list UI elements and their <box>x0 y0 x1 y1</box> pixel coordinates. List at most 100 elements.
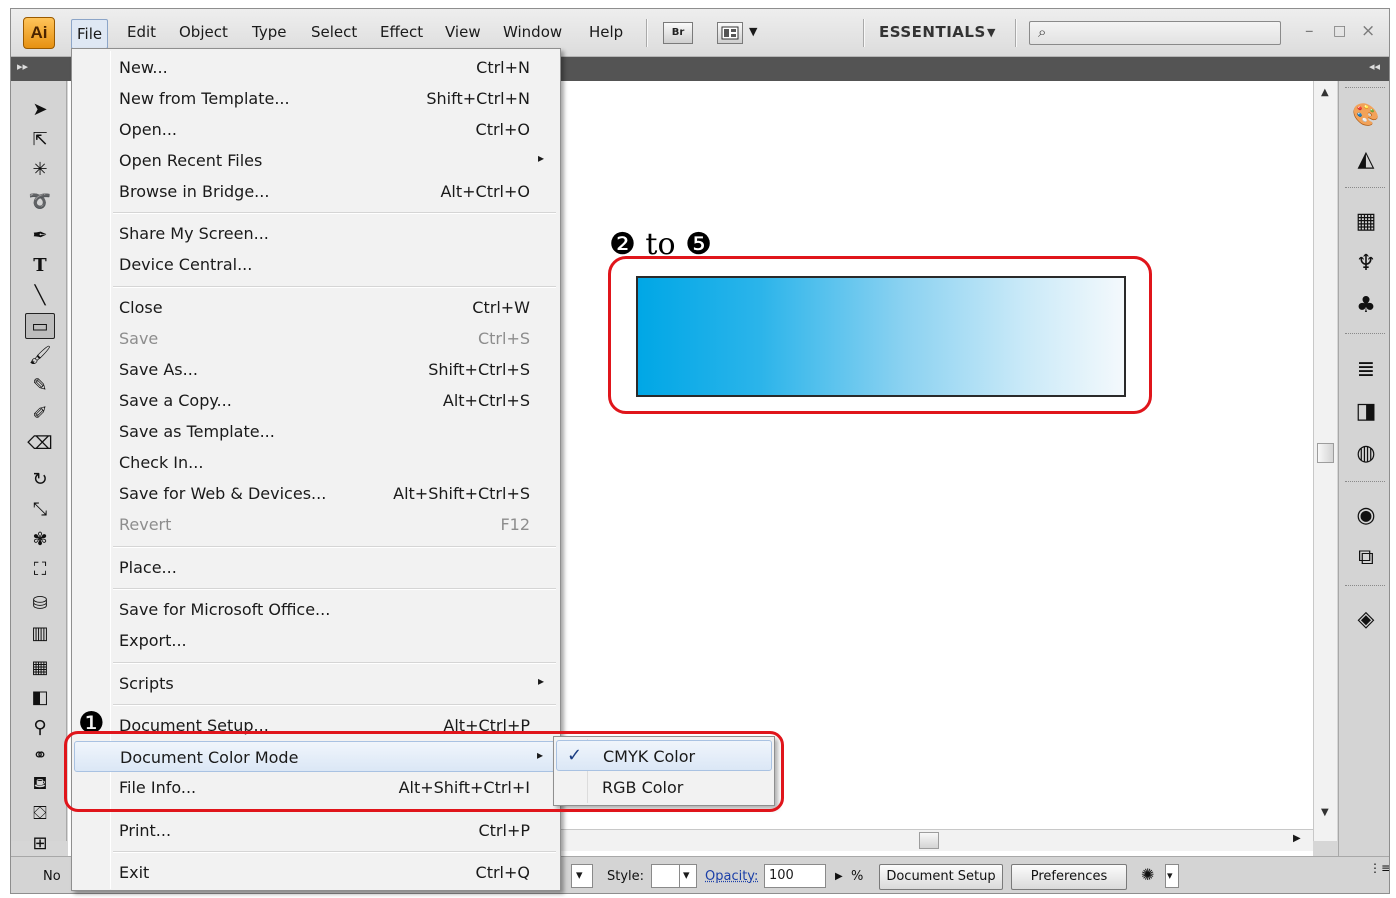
menu-item-new-from-template[interactable]: New from Template... Shift+Ctrl+N <box>74 83 558 114</box>
rotate-tool-icon[interactable]: ↻ <box>25 467 55 493</box>
menu-item-save-a-copy[interactable]: Save a Copy... Alt+Ctrl+S <box>74 385 558 416</box>
bridge-icon[interactable]: Br <box>663 22 693 44</box>
expand-toolbar-icon[interactable]: ▸▸ <box>17 60 28 73</box>
menu-item-save-for-microsoft-office[interactable]: Save for Microsoft Office... <box>74 594 558 625</box>
menu-item-place[interactable]: Place... <box>74 552 558 583</box>
scroll-up-icon[interactable]: ▲ <box>1321 87 1329 98</box>
preferences-button[interactable]: Preferences <box>1011 864 1127 890</box>
menu-item-share-my-screen[interactable]: Share My Screen... <box>74 218 558 249</box>
layers-panel-icon[interactable]: ◈ <box>1351 605 1381 635</box>
style-dropdown-icon[interactable]: ▾ <box>679 864 697 888</box>
column-graph-tool-icon[interactable]: ▥ <box>25 621 55 647</box>
menu-window[interactable]: Window <box>499 23 566 41</box>
arrange-dropdown-icon[interactable]: ▼ <box>749 25 757 38</box>
symbol-sprayer-tool-icon[interactable]: ⛁ <box>25 591 55 617</box>
pencil-tool-icon[interactable]: ✎ <box>25 373 55 399</box>
arrange-documents-icon[interactable] <box>717 22 743 44</box>
live-paint-selection-tool-icon[interactable]: ⛋ <box>25 801 55 827</box>
graphic-styles-panel-icon[interactable]: ⧉ <box>1351 543 1381 573</box>
maximize-icon[interactable]: □ <box>1333 23 1346 39</box>
scroll-right-icon[interactable]: ▶ <box>1293 833 1301 844</box>
horizontal-scroll-thumb[interactable] <box>919 832 939 849</box>
free-transform-tool-icon[interactable]: ⛶ <box>25 557 55 583</box>
menu-separator <box>113 588 556 590</box>
menu-select[interactable]: Select <box>307 23 361 41</box>
gradient-panel-icon[interactable]: ◨ <box>1351 397 1381 427</box>
magic-wand-tool-icon[interactable]: ✳ <box>25 157 55 183</box>
blob-brush-tool-icon[interactable]: ✐ <box>25 401 55 427</box>
horizontal-scrollbar[interactable]: ▶ <box>559 829 1313 851</box>
opacity-slider-icon[interactable]: ▶ <box>835 871 843 882</box>
direct-selection-tool-icon[interactable]: ⇱ <box>25 127 55 153</box>
menu-help[interactable]: Help <box>585 23 627 41</box>
close-icon[interactable]: × <box>1361 21 1375 41</box>
stroke-panel-icon[interactable]: ≣ <box>1351 355 1381 385</box>
scroll-down-icon[interactable]: ▼ <box>1321 807 1329 818</box>
vertical-scrollbar[interactable]: ▲ ▼ <box>1313 81 1337 841</box>
menu-item-check-in[interactable]: Check In... <box>74 447 558 478</box>
document-setup-button[interactable]: Document Setup <box>879 864 1003 890</box>
eraser-tool-icon[interactable]: ⌫ <box>25 431 55 457</box>
gradient-tool-icon[interactable]: ◧ <box>25 685 55 711</box>
color-guide-panel-icon[interactable]: ◭ <box>1351 145 1381 175</box>
eyedropper-tool-icon[interactable]: ⚲ <box>25 715 55 741</box>
line-tool-icon[interactable]: ╲ <box>25 283 55 309</box>
menu-item-export[interactable]: Export... <box>74 625 558 656</box>
menu-separator <box>113 212 556 214</box>
menu-item-browse-in-bridge[interactable]: Browse in Bridge... Alt+Ctrl+O <box>74 176 558 207</box>
menu-edit[interactable]: Edit <box>123 23 160 41</box>
menu-object[interactable]: Object <box>175 23 232 41</box>
select-similar-icon[interactable]: ✺ <box>1141 865 1154 884</box>
style-swatch[interactable] <box>651 864 681 888</box>
mesh-tool-icon[interactable]: ▦ <box>25 655 55 681</box>
menu-item-scripts[interactable]: Scripts ▸ <box>74 668 558 699</box>
workspace-dropdown-icon[interactable]: ▼ <box>987 26 995 39</box>
collapse-panels-icon[interactable]: ◂◂ <box>1369 60 1380 73</box>
symbols-panel-icon[interactable]: ♣ <box>1351 291 1381 321</box>
menu-view[interactable]: View <box>441 23 485 41</box>
minimize-icon[interactable]: – <box>1305 21 1314 41</box>
panel-group-divider <box>1345 87 1385 89</box>
menu-item-new[interactable]: New... Ctrl+N <box>74 52 558 83</box>
live-paint-bucket-tool-icon[interactable]: ⛾ <box>25 771 55 797</box>
menu-item-print[interactable]: Print... Ctrl+P <box>74 815 558 846</box>
pen-tool-icon[interactable]: ✒ <box>25 223 55 249</box>
vertical-scroll-thumb[interactable] <box>1317 443 1334 463</box>
menu-item-open[interactable]: Open... Ctrl+O <box>74 114 558 145</box>
opacity-input[interactable]: 100 <box>764 864 826 888</box>
scale-tool-icon[interactable]: ⤡ <box>25 497 55 523</box>
opacity-link[interactable]: Opacity: <box>705 869 758 884</box>
lasso-tool-icon[interactable]: ➰ <box>25 189 55 215</box>
transparency-panel-icon[interactable]: ◍ <box>1351 439 1381 469</box>
menu-item-open-recent-files[interactable]: Open Recent Files ▸ <box>74 145 558 176</box>
menu-type[interactable]: Type <box>248 23 290 41</box>
swatches-panel-icon[interactable]: ▦ <box>1351 207 1381 237</box>
menu-item-save-for-web[interactable]: Save for Web & Devices... Alt+Shift+Ctrl+… <box>74 478 558 509</box>
type-tool-icon[interactable]: T <box>25 253 55 279</box>
workspace-switcher[interactable]: ESSENTIALS <box>879 23 986 41</box>
selection-tool-icon[interactable]: ➤ <box>25 97 55 123</box>
panel-menu-icon[interactable]: ⋮≡ <box>1369 861 1389 875</box>
artboard-tool-icon[interactable]: ⊞ <box>25 831 55 857</box>
appearance-panel-icon[interactable]: ◉ <box>1351 501 1381 531</box>
menu-item-save: Save Ctrl+S <box>119 329 530 348</box>
select-similar-dropdown-icon[interactable]: ▾ <box>1165 864 1179 888</box>
panel-dock: 🎨 ◭ ▦ ♆ ♣ ≣ ◨ ◍ ◉ ⧉ ◈ <box>1338 81 1389 856</box>
menu-file[interactable]: File <box>71 19 109 49</box>
warp-tool-icon[interactable]: ✾ <box>25 527 55 553</box>
menu-item-exit[interactable]: Exit Ctrl+Q <box>74 857 558 888</box>
paintbrush-tool-icon[interactable]: 🖌 <box>25 343 55 369</box>
menu-item-save-as[interactable]: Save As... Shift+Ctrl+S <box>74 354 558 385</box>
rectangle-tool-icon[interactable]: ▭ <box>25 313 55 339</box>
menu-item-save-as-template[interactable]: Save as Template... <box>74 416 558 447</box>
color-panel-icon[interactable]: 🎨 <box>1351 101 1381 131</box>
blend-tool-icon[interactable]: ⚭ <box>25 743 55 769</box>
toolbar-separator <box>1015 19 1016 47</box>
help-search-input[interactable]: ⌕ <box>1029 21 1281 45</box>
menu-item-device-central[interactable]: Device Central... <box>74 249 558 280</box>
menu-effect[interactable]: Effect <box>376 23 427 41</box>
dropdown-arrow-icon[interactable]: ▾ <box>571 864 593 888</box>
submenu-arrow-icon: ▸ <box>537 151 544 165</box>
brushes-panel-icon[interactable]: ♆ <box>1351 249 1381 279</box>
menu-item-close[interactable]: Close Ctrl+W <box>74 292 558 323</box>
